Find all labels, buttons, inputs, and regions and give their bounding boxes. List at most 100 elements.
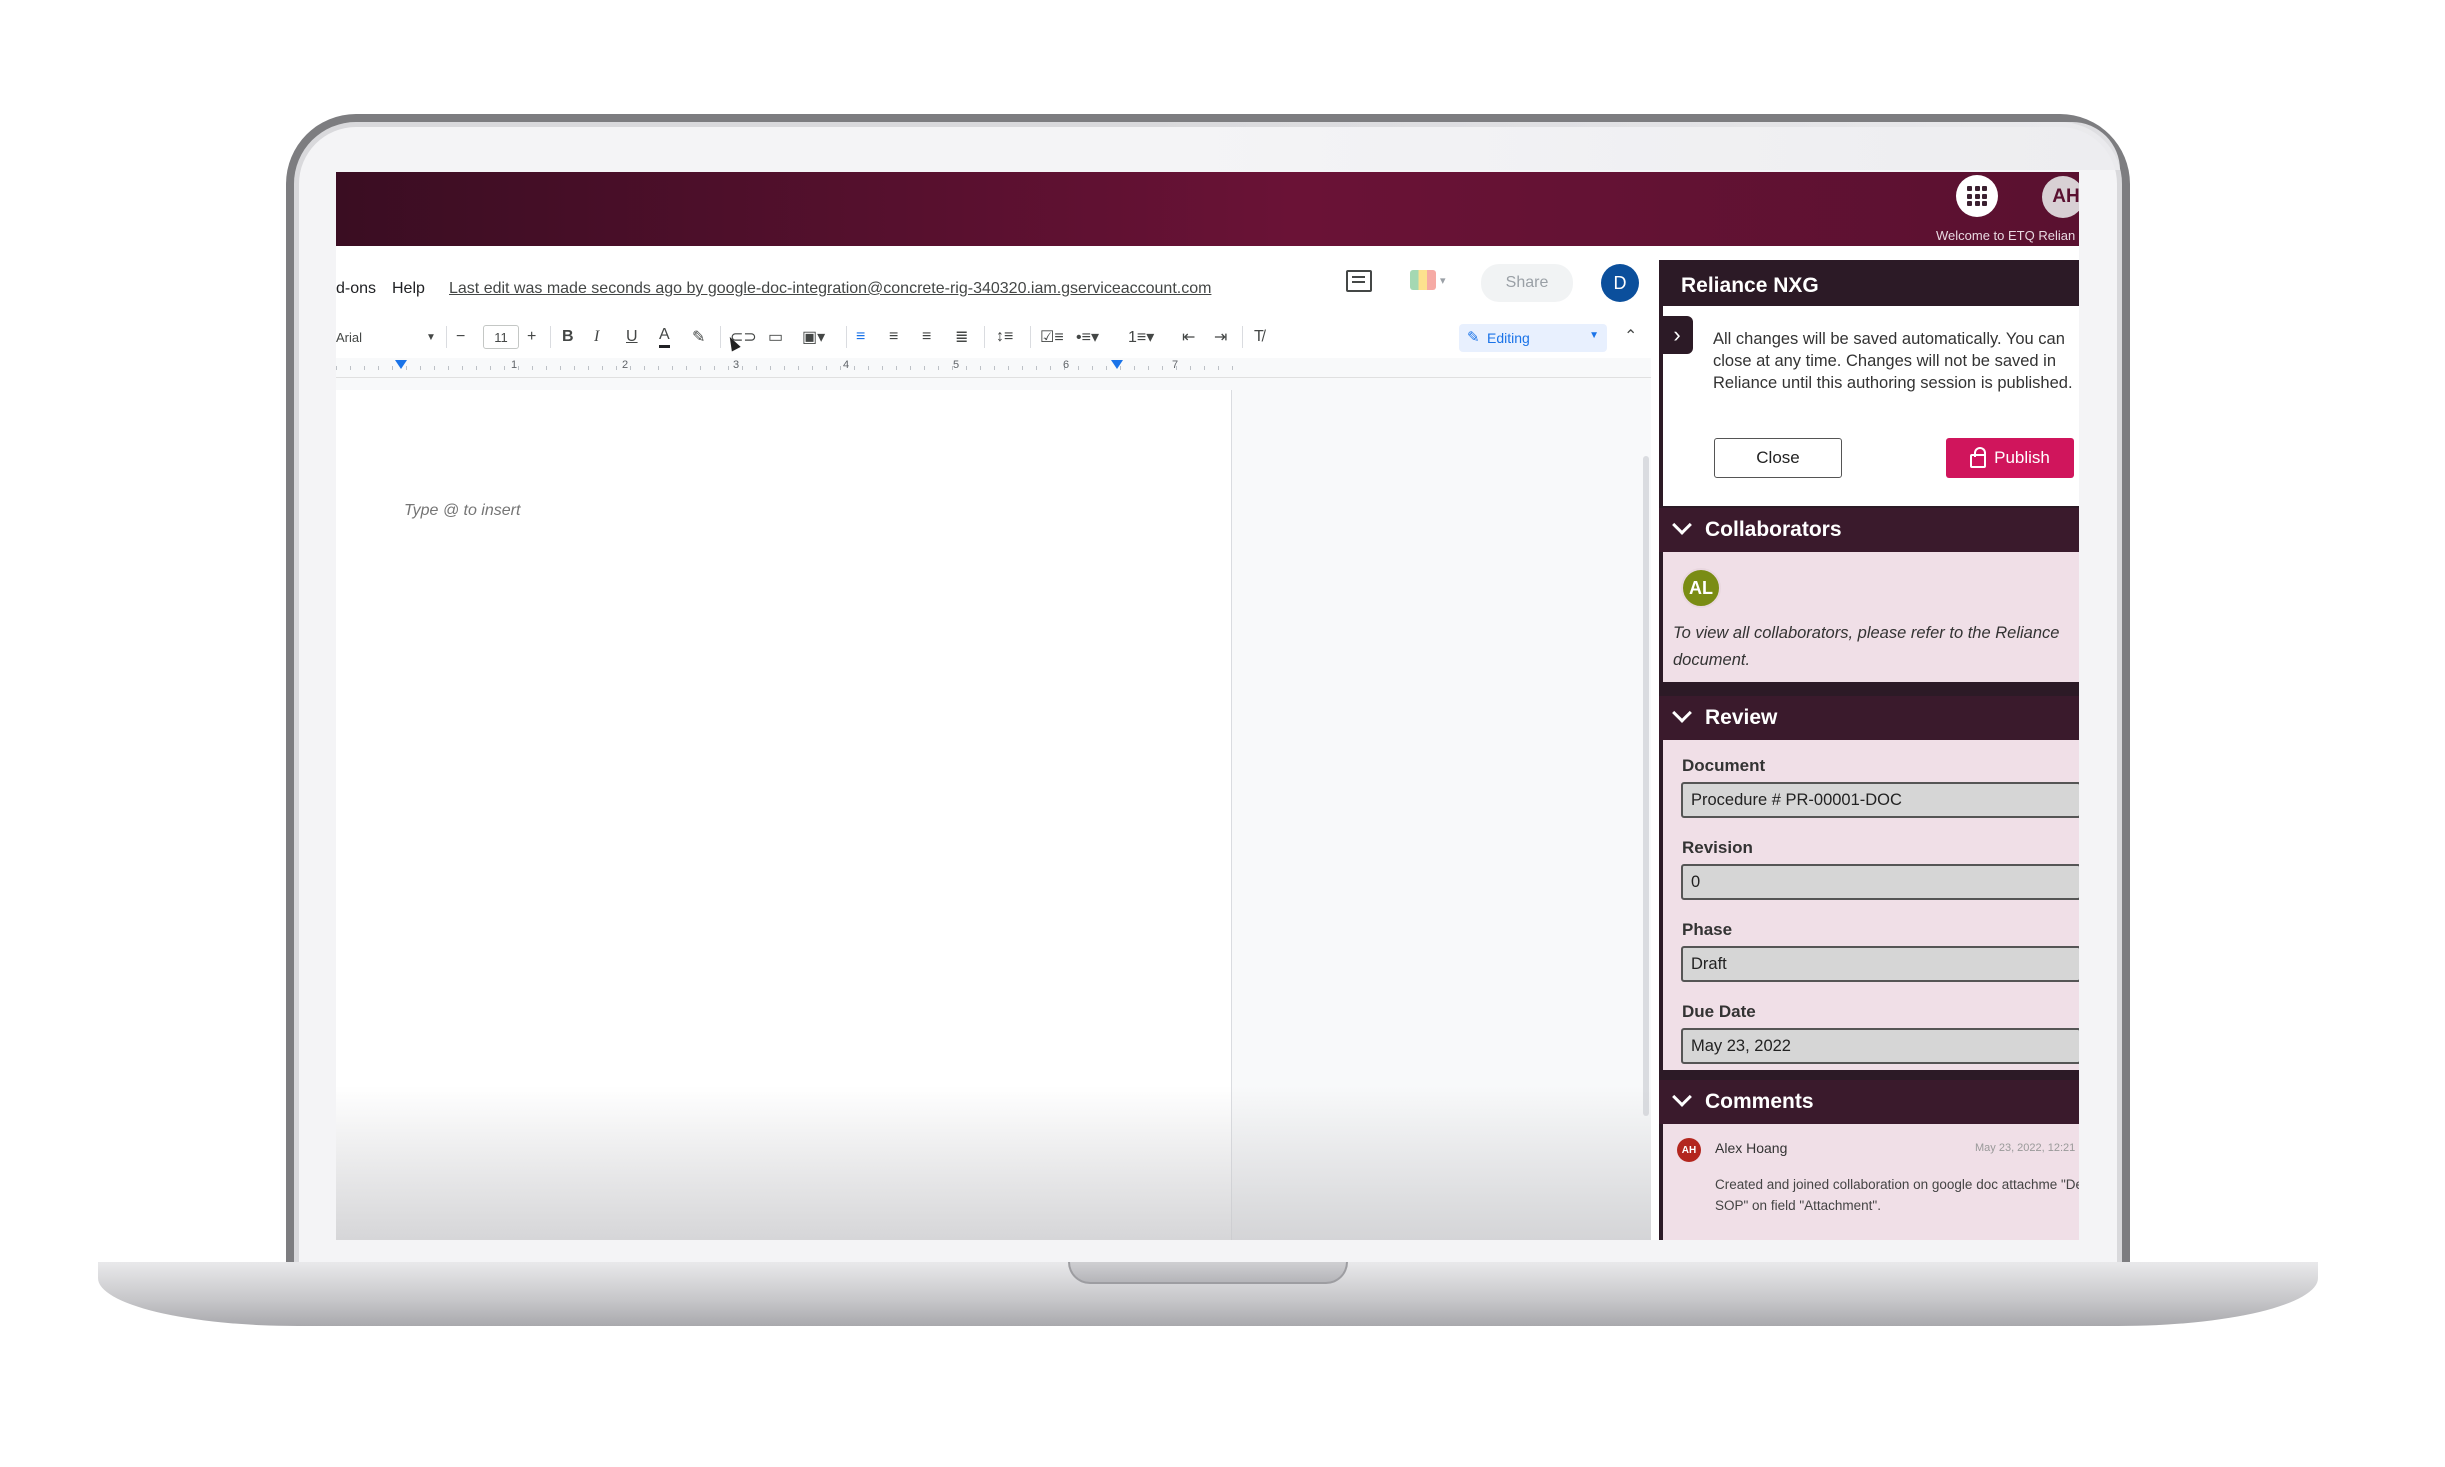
align-left-icon[interactable]: ≡ <box>856 324 865 350</box>
decrease-indent-icon[interactable]: ⇤ <box>1182 324 1195 350</box>
collaborators-body: AL To view all collaborators, please ref… <box>1663 552 2079 682</box>
review-header[interactable]: Review <box>1659 696 2079 740</box>
collaborator-avatar[interactable]: AL <box>1681 568 1721 608</box>
phase-field: Draft <box>1681 946 2079 982</box>
ruler-number: 4 <box>843 359 850 371</box>
reliance-side-panel: Reliance NXG › All changes will be saved… <box>1659 260 2079 1240</box>
menu-addons[interactable]: d-ons <box>336 280 376 298</box>
docs-menubar: d-ons Help Last edit was made seconds ag… <box>336 246 1651 316</box>
collaborators-note: To view all collaborators, please refer … <box>1673 624 2060 669</box>
share-button[interactable]: Share <box>1481 264 1573 302</box>
screen: AH Welcome to ETQ Relian d-ons Help Last… <box>336 172 2079 1240</box>
font-family-select[interactable]: Arial <box>336 324 362 350</box>
last-edit-link[interactable]: Last edit was made seconds ago by google… <box>449 280 1211 298</box>
docs-toolbar: Arial ▼ − 11 + B I U A ✎ ⊂⊃ ▭ ▣▾ ≡ ≡ ≡ ≣… <box>336 316 1651 358</box>
comment-history-icon[interactable] <box>1346 270 1372 292</box>
comments-header[interactable]: Comments <box>1659 1080 2079 1124</box>
toolbar-divider <box>1030 326 1031 348</box>
right-indent-marker[interactable] <box>1111 360 1123 369</box>
reliance-topbar: AH Welcome to ETQ Relian <box>336 172 2079 246</box>
align-center-icon[interactable]: ≡ <box>889 324 898 350</box>
line-spacing-icon[interactable]: ↕≡ <box>996 324 1013 350</box>
collaborators-header[interactable]: Collaborators <box>1659 508 2079 552</box>
laptop-notch <box>1068 1262 1348 1284</box>
revision-field: 0 <box>1681 864 2079 900</box>
insert-placeholder: Type @ to insert <box>404 502 521 519</box>
toolbar-divider <box>1242 326 1243 348</box>
chevron-right-icon[interactable]: › <box>1661 316 1693 354</box>
autosave-message: All changes will be saved automatically.… <box>1713 330 2073 392</box>
chevron-down-icon: ▾ <box>1440 275 1446 287</box>
comment-timestamp: May 23, 2022, 12:21 P <box>1975 1142 2079 1154</box>
ruler-number: 1 <box>511 359 518 371</box>
comments-body: AH Alex Hoang May 23, 2022, 12:21 P Crea… <box>1663 1124 2079 1240</box>
ruler-number: 5 <box>953 359 960 371</box>
insert-image-icon[interactable]: ▣▾ <box>802 324 825 350</box>
increase-font-size-button[interactable]: + <box>527 324 536 350</box>
ruler-number: 7 <box>1172 359 1179 371</box>
add-comment-icon[interactable]: ▭ <box>768 324 783 350</box>
revision-label: Revision <box>1682 838 1753 857</box>
toolbar-divider <box>720 326 721 348</box>
chevron-up-icon[interactable]: ⌃ <box>1624 326 1637 346</box>
document-label: Document <box>1682 756 1766 775</box>
increase-indent-icon[interactable]: ⇥ <box>1214 324 1227 350</box>
chevron-down-icon[interactable]: ▼ <box>426 324 436 350</box>
publish-button[interactable]: Publish <box>1946 438 2074 478</box>
highlight-icon[interactable]: ✎ <box>692 324 705 350</box>
font-size-input[interactable]: 11 <box>483 325 519 349</box>
review-heading: Review <box>1705 706 1778 729</box>
document-field: Procedure # PR-00001-DOC <box>1681 782 2079 818</box>
numbered-list-icon[interactable]: 1≡▾ <box>1128 324 1154 350</box>
user-avatar[interactable]: AH <box>2042 176 2079 218</box>
docs-scrollbar[interactable] <box>1643 456 1649 1116</box>
text-color-icon[interactable]: A <box>659 324 670 348</box>
ruler-number: 2 <box>622 359 629 371</box>
pencil-icon: ✎ <box>1467 329 1480 346</box>
menu-help[interactable]: Help <box>392 280 425 298</box>
editing-mode-label: Editing <box>1487 330 1530 346</box>
clear-formatting-icon[interactable]: T̸ <box>1254 324 1264 350</box>
app-launcher-button[interactable] <box>1956 175 1998 217</box>
toolbar-divider <box>550 326 551 348</box>
comment-author: Alex Hoang <box>1715 1140 1788 1156</box>
due-date-field: May 23, 2022 <box>1681 1028 2079 1064</box>
comment-text: Created and joined collaboration on goog… <box>1715 1177 2079 1213</box>
welcome-text: Welcome to ETQ Relian <box>1936 228 2076 243</box>
ruler-track <box>336 366 1236 370</box>
left-indent-marker[interactable] <box>395 360 407 369</box>
chevron-down-icon <box>1672 515 1692 535</box>
ruler: 1 2 3 4 5 6 7 <box>336 358 1651 378</box>
google-docs-editor: d-ons Help Last edit was made seconds ag… <box>336 246 1651 1240</box>
comment-author-avatar: AH <box>1677 1138 1701 1162</box>
meet-icon[interactable] <box>1410 270 1436 290</box>
lock-icon <box>1970 446 1987 468</box>
bulleted-list-icon[interactable]: •≡▾ <box>1076 324 1099 350</box>
due-date-label: Due Date <box>1682 1002 1756 1021</box>
align-right-icon[interactable]: ≡ <box>922 324 931 350</box>
publish-label: Publish <box>1994 448 2050 467</box>
chevron-down-icon <box>1672 703 1692 723</box>
session-card: › All changes will be saved automaticall… <box>1661 306 2079 506</box>
bold-icon[interactable]: B <box>562 324 574 350</box>
underline-icon[interactable]: U <box>626 324 638 350</box>
phase-label: Phase <box>1682 920 1733 939</box>
toolbar-divider <box>846 326 847 348</box>
checklist-icon[interactable]: ☑≡ <box>1040 324 1064 350</box>
screen-reflection <box>336 1086 1651 1240</box>
chevron-down-icon <box>1672 1087 1692 1107</box>
ruler-number: 6 <box>1063 359 1070 371</box>
decrease-font-size-button[interactable]: − <box>456 324 465 350</box>
align-justify-icon[interactable]: ≣ <box>955 324 968 350</box>
panel-title: Reliance NXG <box>1681 274 1819 297</box>
close-button[interactable]: Close <box>1714 438 1842 478</box>
docs-user-avatar[interactable]: D <box>1601 264 1639 302</box>
laptop-glare <box>1150 122 2120 170</box>
comments-heading: Comments <box>1705 1090 1814 1113</box>
toolbar-divider <box>446 326 447 348</box>
chevron-down-icon: ▼ <box>1589 330 1599 341</box>
collaborators-heading: Collaborators <box>1705 518 1842 541</box>
italic-icon[interactable]: I <box>594 324 599 350</box>
review-body: Document Procedure # PR-00001-DOC Revisi… <box>1663 740 2079 1070</box>
editing-mode-select[interactable]: ✎ Editing ▼ <box>1459 324 1607 352</box>
